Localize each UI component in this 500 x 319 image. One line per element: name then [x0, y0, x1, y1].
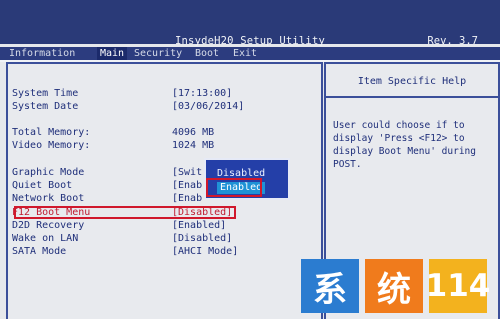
setting-value[interactable]: [03/06/2014] — [172, 101, 244, 113]
setting-label: Network Boot — [12, 193, 85, 204]
help-line: POST. — [333, 159, 362, 170]
setting-label: System Date — [12, 101, 79, 112]
tab-main[interactable]: Main — [97, 47, 128, 60]
help-title: Item Specific Help — [357, 76, 467, 87]
revision-label: Rev. 3.7 — [427, 35, 478, 47]
watermark-char: 统 — [365, 259, 423, 313]
title-bar: InsydeH20 Setup Utility Rev. 3.7 — [0, 0, 500, 47]
setting-label: SATA Mode — [12, 246, 67, 257]
watermark-char: 系 — [301, 259, 359, 313]
setting-value[interactable]: [17:13:00] — [172, 88, 232, 100]
watermark-char: 114 — [426, 259, 490, 313]
help-line: display Boot Menu' during — [333, 146, 476, 157]
setting-label: Total Memory: — [12, 127, 91, 138]
tab-information[interactable]: Information — [6, 47, 78, 60]
enabled-option-highlight — [206, 178, 262, 197]
watermark-logo: 系 统 114 — [301, 259, 494, 313]
tab-security[interactable]: Security — [131, 47, 185, 60]
f12-row-highlight — [14, 206, 236, 219]
setting-label: D2D Recovery — [12, 220, 85, 231]
setting-value[interactable]: [Swit — [172, 167, 202, 179]
help-line: display 'Press <F12> to — [333, 133, 465, 144]
setting-label: Quiet Boot — [12, 180, 73, 191]
setting-value: 4096 MB — [172, 127, 215, 138]
setting-label: Wake on LAN — [12, 233, 79, 244]
setting-value[interactable]: [Enab — [172, 180, 202, 192]
bios-screen: InsydeH20 Setup Utility Rev. 3.7 Informa… — [0, 0, 500, 319]
setting-label: Video Memory: — [12, 140, 91, 151]
setting-value[interactable]: [Enab — [172, 193, 202, 205]
help-divider — [326, 96, 498, 98]
tab-exit[interactable]: Exit — [230, 47, 260, 60]
tab-bar: Information Main Security Boot Exit — [0, 47, 500, 62]
setting-value[interactable]: [Enabled] — [172, 220, 226, 232]
tab-boot[interactable]: Boot — [192, 47, 222, 60]
setting-value[interactable]: [Disabled] — [172, 233, 232, 245]
setting-value: 1024 MB — [172, 140, 215, 151]
help-line: User could choose if to — [333, 120, 465, 131]
setting-value[interactable]: [AHCI Mode] — [172, 246, 238, 258]
setting-label: Graphic Mode — [12, 167, 85, 178]
setting-label: System Time — [12, 88, 79, 99]
app-title: InsydeH20 Setup Utility — [175, 35, 325, 47]
